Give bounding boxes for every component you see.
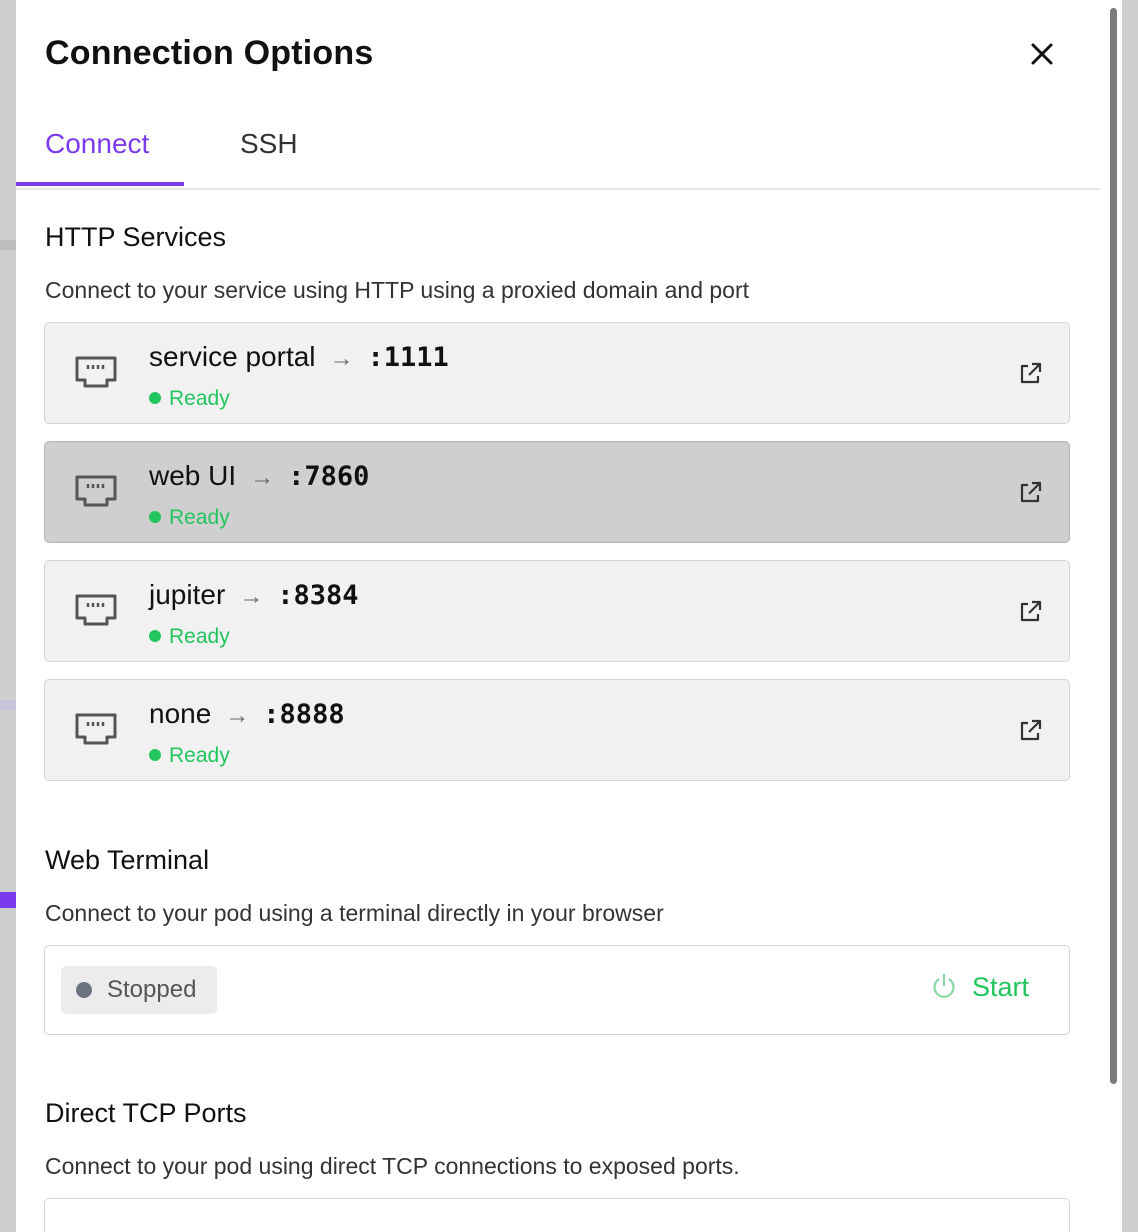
direct-tcp-description: Connect to your pod using direct TCP con… [45,1153,740,1179]
terminal-status-badge: Stopped [61,966,217,1014]
status-label: Ready [169,744,230,767]
http-services-description: Connect to your service using HTTP using… [45,277,750,303]
ethernet-port-icon [75,475,117,507]
status-dot [149,749,161,761]
dialog-title: Connection Options [45,34,374,72]
web-terminal-description: Connect to your pod using a terminal dir… [45,900,664,926]
close-icon [1031,43,1053,65]
service-card-jupiter[interactable]: jupiter → :8384 Ready [44,560,1070,662]
status-label: Ready [169,625,230,648]
ethernet-port-icon [75,713,117,745]
arrow-right-icon: → [239,583,264,610]
service-name-line: service portal → :1111 [149,341,449,373]
active-tab-indicator [16,182,184,186]
external-link-icon[interactable] [1017,599,1043,625]
http-services-title: HTTP Services [45,222,227,252]
service-port: :1111 [367,342,449,373]
status-label: Ready [169,506,230,529]
ethernet-port-icon [75,594,117,626]
service-name: jupiter [149,579,226,610]
scrollbar-track[interactable] [1106,0,1122,1232]
start-button-label: Start [971,972,1029,1002]
close-button[interactable] [1022,36,1062,76]
tab-connect[interactable]: Connect [45,128,149,160]
web-terminal-title: Web Terminal [45,845,210,875]
external-link-icon[interactable] [1017,480,1043,506]
power-icon [933,973,955,998]
start-terminal-button[interactable]: Start [930,972,1029,1003]
arrow-right-icon: → [329,345,354,372]
arrow-right-icon: → [225,702,250,729]
service-port: :7860 [288,461,370,492]
arrow-right-icon: → [250,464,275,491]
status-badge: Ready [149,506,230,530]
service-name: service portal [149,341,316,372]
status-label: Ready [169,387,230,410]
tab-bar: Connect SSH [16,118,1100,190]
service-name: none [149,698,212,729]
service-name-line: none → :8888 [149,698,345,730]
web-terminal-card: Stopped Start [44,945,1070,1035]
scrollbar-thumb[interactable] [1110,8,1117,1084]
service-port: :8384 [277,580,359,611]
service-name: web UI [149,460,237,491]
service-card-none[interactable]: none → :8888 Ready [44,679,1070,781]
connection-options-dialog: Connection Options Connect SSH HTTP Serv… [16,0,1122,1232]
tab-ssh[interactable]: SSH [240,128,298,160]
status-dot [76,982,92,998]
external-link-icon[interactable] [1017,718,1043,744]
terminal-status-label: Stopped [107,976,197,1003]
ethernet-port-icon [75,356,117,388]
service-card-service-portal[interactable]: service portal → :1111 Ready [44,322,1070,424]
status-dot [149,630,161,642]
external-link-icon[interactable] [1017,361,1043,387]
tcp-port-card[interactable] [44,1198,1070,1232]
status-badge: Ready [149,387,230,411]
status-badge: Ready [149,744,230,768]
service-name-line: web UI → :7860 [149,460,369,492]
service-card-web-ui[interactable]: web UI → :7860 Ready [44,441,1070,543]
status-dot [149,392,161,404]
service-name-line: jupiter → :8384 [149,579,359,611]
status-dot [149,511,161,523]
backdrop-left [0,0,16,1232]
service-port: :8888 [263,699,345,730]
direct-tcp-title: Direct TCP Ports [45,1098,247,1128]
status-badge: Ready [149,625,230,649]
